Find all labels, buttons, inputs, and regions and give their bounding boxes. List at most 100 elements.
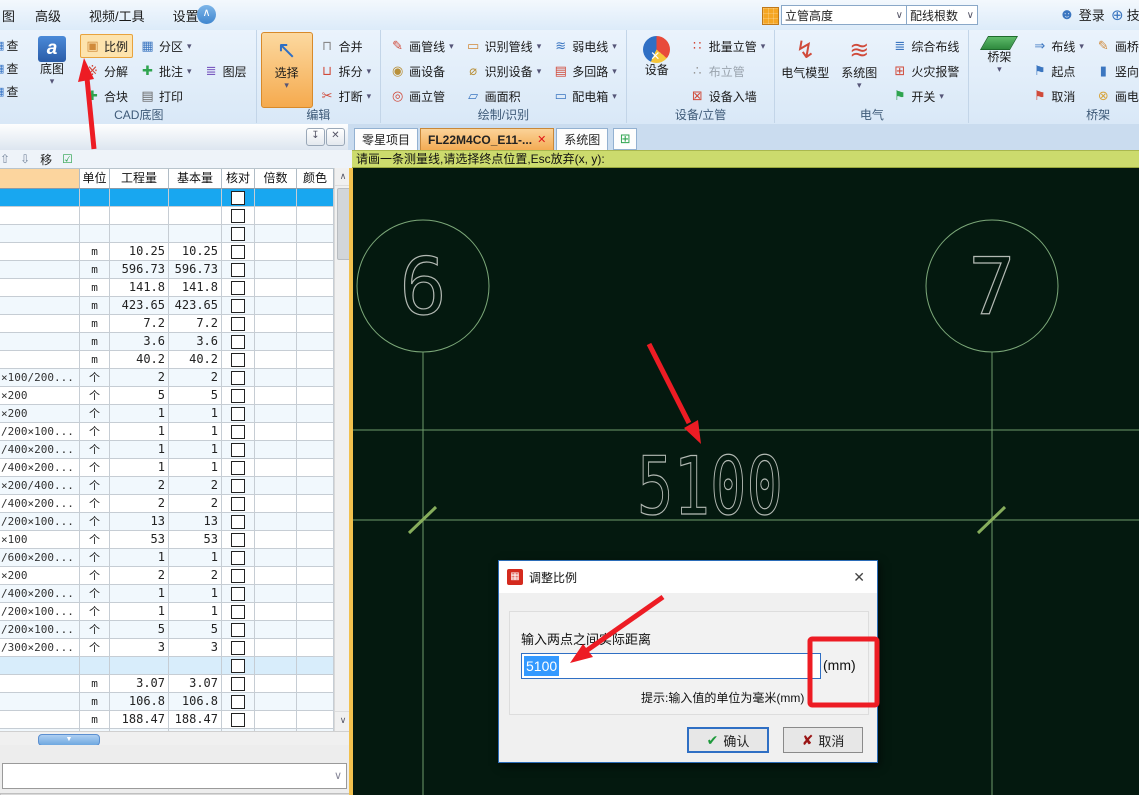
document-tab-FL22M4CO_E11-...[interactable]: FL22M4CO_E11-...✕ (420, 128, 554, 150)
ribbon-button-打印[interactable]: ▤打印 (135, 84, 197, 108)
checkbox[interactable] (231, 317, 245, 331)
dialog-titlebar[interactable]: ▦ 调整比例 ✕ (499, 561, 877, 593)
table-row[interactable] (0, 189, 334, 207)
checkbox[interactable] (231, 443, 245, 457)
ribbon-button-画立管[interactable]: ◎画立管 (385, 84, 459, 108)
table-row[interactable]: ×200/400...个22 (0, 477, 334, 495)
table-row[interactable]: /600×200...个11 (0, 549, 334, 567)
checkbox[interactable] (231, 191, 245, 205)
checkbox[interactable] (231, 335, 245, 349)
ribbon-button-系统图[interactable]: ≋系统图▾ (833, 32, 885, 108)
ribbon-button-画面积[interactable]: ▱画面积 (461, 84, 547, 108)
table-row[interactable]: m423.65423.65 (0, 297, 334, 315)
tab-close-icon[interactable]: ✕ (537, 133, 546, 146)
login-button[interactable]: ☻ 登录 (1059, 5, 1105, 24)
checkbox[interactable] (231, 533, 245, 547)
collapse-ribbon-icon[interactable]: ∧ (197, 5, 216, 24)
pin-icon[interactable]: ↧ (306, 128, 325, 146)
ribbon-button-起点[interactable]: ⚑起点 (1027, 59, 1089, 83)
checkbox[interactable] (231, 209, 245, 223)
ribbon-button-电气模型[interactable]: ↯电气模型 (779, 32, 831, 108)
table-row[interactable]: m40.240.2 (0, 351, 334, 369)
ribbon-button-合块[interactable]: ✚合块 (80, 84, 133, 108)
column-header-name[interactable] (0, 169, 80, 189)
ribbon-button-图层[interactable]: ≣图层 (199, 59, 252, 83)
menu-item-图[interactable]: 图 (0, 6, 21, 25)
column-header-颜色[interactable]: 颜色 (297, 169, 334, 189)
ribbon-button-竖向桥架[interactable]: ▮竖向桥架 (1091, 59, 1139, 83)
ribbon-button-底图[interactable]: a底图▾ (26, 32, 78, 108)
ribbon-button-识别管线[interactable]: ▭识别管线▾ (461, 34, 547, 58)
ribbon-button-布线[interactable]: ⇒布线▾ (1027, 34, 1089, 58)
table-row[interactable]: /300×200...个33 (0, 639, 334, 657)
ribbon-button-打断[interactable]: ✂打断▾ (315, 84, 377, 108)
move-button[interactable]: 移 (40, 151, 52, 168)
ribbon-button-火灾报警[interactable]: ⊞火灾报警 (887, 59, 964, 83)
table-row[interactable]: m188.47188.47 (0, 711, 334, 729)
ribbon-button-选择[interactable]: ↖选择▾ (261, 32, 313, 108)
table-row[interactable]: m141.8141.8 (0, 279, 334, 297)
checkbox[interactable] (231, 713, 245, 727)
checkbox[interactable] (231, 425, 245, 439)
close-icon[interactable]: ✕ (326, 128, 345, 146)
table-row[interactable]: ×200个22 (0, 567, 334, 585)
ribbon-button-分解[interactable]: ※分解 (80, 59, 133, 83)
ribbon-button-比例[interactable]: ▣比例 (80, 34, 133, 58)
document-tab-零星项目[interactable]: 零星项目 (354, 128, 418, 150)
checkbox[interactable] (231, 641, 245, 655)
document-tab-系统图[interactable]: 系统图 (556, 128, 608, 150)
ribbon-button-识别设备[interactable]: ⌀识别设备▾ (461, 59, 547, 83)
clipped-button[interactable]: ▦查 (0, 80, 20, 103)
table-row[interactable]: m596.73596.73 (0, 261, 334, 279)
checkbox[interactable] (231, 623, 245, 637)
checkbox[interactable] (231, 263, 245, 277)
help-button[interactable]: ⊕ 技 (1111, 5, 1139, 24)
table-row[interactable]: /400×200...个22 (0, 495, 334, 513)
checkbox[interactable] (231, 605, 245, 619)
ribbon-button-合并[interactable]: ⊓合并 (315, 34, 377, 58)
table-row[interactable]: /400×200...个11 (0, 585, 334, 603)
checkbox[interactable] (231, 587, 245, 601)
table-row[interactable]: /200×100...个11 (0, 423, 334, 441)
ribbon-button-桥架[interactable]: 桥架▾ (973, 32, 1025, 108)
checkbox[interactable] (231, 371, 245, 385)
ribbon-button-配电箱[interactable]: ▭配电箱▾ (548, 84, 622, 108)
close-icon[interactable]: ✕ (849, 569, 869, 586)
checkbox[interactable] (231, 389, 245, 403)
ribbon-button-设备[interactable]: 设备 (631, 32, 683, 108)
ribbon-button-画电井[interactable]: ⊗画电井 (1091, 84, 1139, 108)
cancel-button[interactable]: ✘ 取消 (783, 727, 863, 753)
ribbon-button-批量立管[interactable]: ∷批量立管▾ (685, 34, 771, 58)
checkbox[interactable] (231, 461, 245, 475)
confirm-button[interactable]: ✔ 确认 (687, 727, 769, 753)
ribbon-button-综合布线[interactable]: ≣综合布线 (887, 34, 964, 58)
checkbox[interactable] (231, 551, 245, 565)
clipped-button[interactable]: ▦查▾ (0, 34, 20, 57)
table-row[interactable]: m3.073.07 (0, 675, 334, 693)
up-arrow-icon[interactable]: ⇧ (0, 152, 10, 166)
bottom-combobox[interactable]: ∨ (2, 763, 347, 789)
table-row[interactable]: /400×200...个11 (0, 459, 334, 477)
column-header-基本量[interactable]: 基本量 (169, 169, 222, 189)
table-row[interactable]: /200×100...个11 (0, 603, 334, 621)
checkbox[interactable] (231, 353, 245, 367)
checkbox[interactable] (231, 569, 245, 583)
checkbox[interactable] (231, 245, 245, 259)
ribbon-button-画设备[interactable]: ◉画设备 (385, 59, 459, 83)
table-row[interactable]: /400×200...个11 (0, 441, 334, 459)
checkbox[interactable] (231, 695, 245, 709)
ribbon-button-批注[interactable]: ✚批注▾ (135, 59, 197, 83)
checkbox[interactable] (231, 515, 245, 529)
checkbox[interactable] (231, 677, 245, 691)
table-row[interactable]: ×100个5353 (0, 531, 334, 549)
ribbon-button-分区[interactable]: ▦分区▾ (135, 34, 197, 58)
clipped-button[interactable]: ▦查 (0, 57, 20, 80)
new-document-icon[interactable]: ⊞ (613, 128, 637, 150)
table-row[interactable]: m106.8106.8 (0, 693, 334, 711)
ribbon-button-布立管[interactable]: ∴布立管 (685, 59, 771, 83)
checkbox[interactable] (231, 659, 245, 673)
table-row[interactable]: ×200个11 (0, 405, 334, 423)
column-header-工程量[interactable]: 工程量 (110, 169, 169, 189)
ribbon-button-画管线[interactable]: ✎画管线▾ (385, 34, 459, 58)
column-header-倍数[interactable]: 倍数 (255, 169, 297, 189)
